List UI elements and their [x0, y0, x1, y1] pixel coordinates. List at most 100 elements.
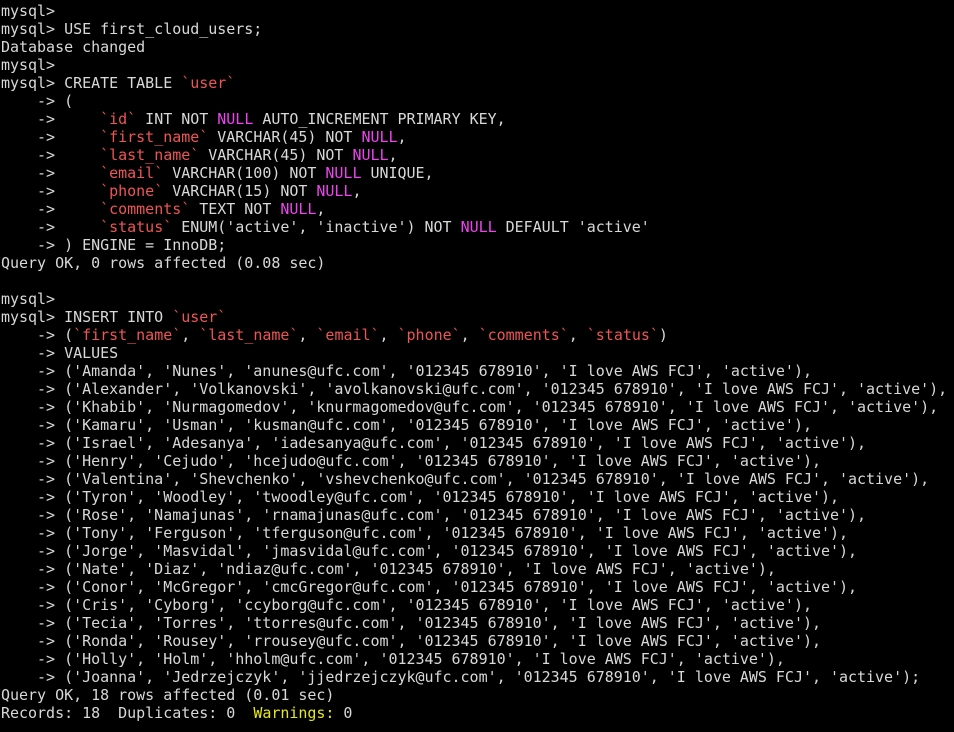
- terminal-text: -> ('Israel', 'Adesanya', 'iadesanya@ufc…: [1, 434, 867, 452]
- terminal-text: ,: [298, 326, 317, 344]
- terminal-line: -> (`first_name`, `last_name`, `email`, …: [1, 326, 954, 344]
- terminal-line: mysql> INSERT INTO `user`: [1, 308, 954, 326]
- terminal-text: mysql> CREATE TABLE: [1, 74, 182, 92]
- terminal-text: ): [658, 326, 668, 344]
- terminal-text: -> (: [1, 326, 74, 344]
- terminal-window[interactable]: mysql> mysql> USE first_cloud_users; Datab…: [0, 0, 954, 732]
- terminal-text: -> ('Nate', 'Diaz', 'ndiaz@ufc.com', '01…: [1, 560, 776, 578]
- terminal-text: -> (: [1, 92, 74, 110]
- terminal-line: Query OK, 0 rows affected (0.08 sec): [1, 254, 954, 272]
- terminal-text: -> ) ENGINE = InnoDB;: [1, 236, 227, 254]
- keyword-null: NULL: [361, 128, 398, 146]
- terminal-text: mysql> INSERT INTO: [1, 308, 173, 326]
- keyword-null: NULL: [316, 182, 353, 200]
- terminal-line: -> ) ENGINE = InnoDB;: [1, 236, 954, 254]
- identifier-backtick: `status`: [100, 218, 173, 236]
- terminal-line: -> ('Tyron', 'Woodley', 'twoodley@ufc.co…: [1, 488, 954, 506]
- terminal-text: Records: 18 Duplicates: 0: [1, 704, 254, 722]
- terminal-text: -> ('Joanna', 'Jedrzejczyk', 'jjedrzejcz…: [1, 668, 921, 686]
- terminal-text: ENUM('active', 'inactive') NOT: [172, 218, 461, 236]
- keyword-null: NULL: [460, 218, 497, 236]
- terminal-text: ,: [460, 326, 479, 344]
- terminal-line: -> (: [1, 92, 954, 110]
- terminal-text: -> ('Jorge', 'Masvidal', 'jmasvidal@ufc.…: [1, 542, 858, 560]
- identifier-backtick: `comments`: [100, 200, 191, 218]
- terminal-text: 0: [334, 704, 353, 722]
- keyword-null: NULL: [217, 110, 254, 128]
- terminal-line: -> `status` ENUM('active', 'inactive') N…: [1, 218, 954, 236]
- terminal-line: -> ('Tony', 'Ferguson', 'tferguson@ufc.c…: [1, 524, 954, 542]
- terminal-text: Query OK, 18 rows affected (0.01 sec): [1, 686, 335, 704]
- terminal-line: Records: 18 Duplicates: 0 Warnings: 0: [1, 704, 954, 722]
- terminal-text: -> ('Holly', 'Holm', 'hholm@ufc.com', '0…: [1, 650, 785, 668]
- terminal-text: Database changed: [1, 38, 146, 56]
- terminal-text: -> ('Tecia', 'Torres', 'ttorres@ufc.com'…: [1, 614, 821, 632]
- terminal-text: ->: [1, 182, 101, 200]
- terminal-text: mysql> USE first_cloud_users;: [1, 20, 263, 38]
- terminal-text: -> ('Khabib', 'Nurmagomedov', 'knurmagom…: [1, 398, 939, 416]
- terminal-line: -> ('Ronda', 'Rousey', 'rrousey@ufc.com'…: [1, 632, 954, 650]
- terminal-line: mysql>: [1, 56, 954, 74]
- terminal-line: -> ('Amanda', 'Nunes', 'anunes@ufc.com',…: [1, 362, 954, 380]
- terminal-line: -> ('Conor', 'McGregor', 'cmcGregor@ufc.…: [1, 578, 954, 596]
- terminal-text: ->: [1, 146, 101, 164]
- identifier-backtick: `last_name`: [199, 326, 299, 344]
- terminal-line: -> ('Kamaru', 'Usman', 'kusman@ufc.com',…: [1, 416, 954, 434]
- terminal-text: AUTO_INCREMENT PRIMARY KEY,: [253, 110, 506, 128]
- terminal-text: ,: [397, 128, 407, 146]
- terminal-text: -> VALUES: [1, 344, 119, 362]
- terminal-line: -> `phone` VARCHAR(15) NOT NULL,: [1, 182, 954, 200]
- terminal-text: mysql>: [1, 2, 56, 20]
- terminal-text: VARCHAR(45) NOT: [199, 146, 353, 164]
- terminal-text: ->: [1, 200, 101, 218]
- identifier-backtick: `user`: [172, 308, 227, 326]
- terminal-text: ->: [1, 218, 101, 236]
- terminal-text: ,: [181, 326, 200, 344]
- terminal-line: -> `email` VARCHAR(100) NOT NULL UNIQUE,: [1, 164, 954, 182]
- terminal-text: -> ('Tony', 'Ferguson', 'tferguson@ufc.c…: [1, 524, 849, 542]
- terminal-line: -> VALUES: [1, 344, 954, 362]
- terminal-line: -> ('Nate', 'Diaz', 'ndiaz@ufc.com', '01…: [1, 560, 954, 578]
- terminal-text: mysql>: [1, 56, 56, 74]
- terminal-text: ,: [388, 146, 398, 164]
- terminal-line: -> `id` INT NOT NULL AUTO_INCREMENT PRIM…: [1, 110, 954, 128]
- terminal-text: -> ('Valentina', 'Shevchenko', 'vshevche…: [1, 470, 930, 488]
- identifier-backtick: `first_name`: [73, 326, 182, 344]
- terminal-text: DEFAULT 'active': [496, 218, 650, 236]
- keyword-null: NULL: [352, 146, 389, 164]
- terminal-text: ->: [1, 128, 101, 146]
- terminal-text: -> ('Conor', 'McGregor', 'cmcGregor@ufc.…: [1, 578, 858, 596]
- terminal-line: Query OK, 18 rows affected (0.01 sec): [1, 686, 954, 704]
- warnings-label: Warnings:: [253, 704, 335, 722]
- terminal-text: -> ('Rose', 'Namajunas', 'rnamajunas@ufc…: [1, 506, 867, 524]
- terminal-line: -> ('Tecia', 'Torres', 'ttorres@ufc.com'…: [1, 614, 954, 632]
- terminal-text: -> ('Ronda', 'Rousey', 'rrousey@ufc.com'…: [1, 632, 821, 650]
- terminal-line: mysql>: [1, 290, 954, 308]
- terminal-text: TEXT NOT: [190, 200, 281, 218]
- terminal-text: Query OK, 0 rows affected (0.08 sec): [1, 254, 326, 272]
- identifier-backtick: `first_name`: [100, 128, 209, 146]
- terminal-text: VARCHAR(45) NOT: [208, 128, 362, 146]
- terminal-text: VARCHAR(15) NOT: [163, 182, 317, 200]
- terminal-line: -> ('Valentina', 'Shevchenko', 'vshevche…: [1, 470, 954, 488]
- terminal-line: -> ('Rose', 'Namajunas', 'rnamajunas@ufc…: [1, 506, 954, 524]
- terminal-text: UNIQUE,: [361, 164, 434, 182]
- terminal-text: VARCHAR(100) NOT: [163, 164, 326, 182]
- identifier-backtick: `status`: [586, 326, 659, 344]
- terminal-text: -> ('Amanda', 'Nunes', 'anunes@ufc.com',…: [1, 362, 812, 380]
- identifier-backtick: `user`: [181, 74, 236, 92]
- keyword-null: NULL: [280, 200, 317, 218]
- terminal-line: mysql>: [1, 2, 954, 20]
- terminal-text: ,: [316, 200, 326, 218]
- terminal-text: ,: [352, 182, 362, 200]
- terminal-text: -> ('Alexander', 'Volkanovski', 'avolkan…: [1, 380, 948, 398]
- terminal-text: ->: [1, 164, 101, 182]
- terminal-text: ->: [1, 110, 101, 128]
- identifier-backtick: `phone`: [100, 182, 164, 200]
- terminal-line: -> ('Jorge', 'Masvidal', 'jmasvidal@ufc.…: [1, 542, 954, 560]
- terminal-line: mysql> USE first_cloud_users;: [1, 20, 954, 38]
- terminal-text: ,: [568, 326, 587, 344]
- terminal-text: -> ('Tyron', 'Woodley', 'twoodley@ufc.co…: [1, 488, 840, 506]
- terminal-line: -> ('Henry', 'Cejudo', 'hcejudo@ufc.com'…: [1, 452, 954, 470]
